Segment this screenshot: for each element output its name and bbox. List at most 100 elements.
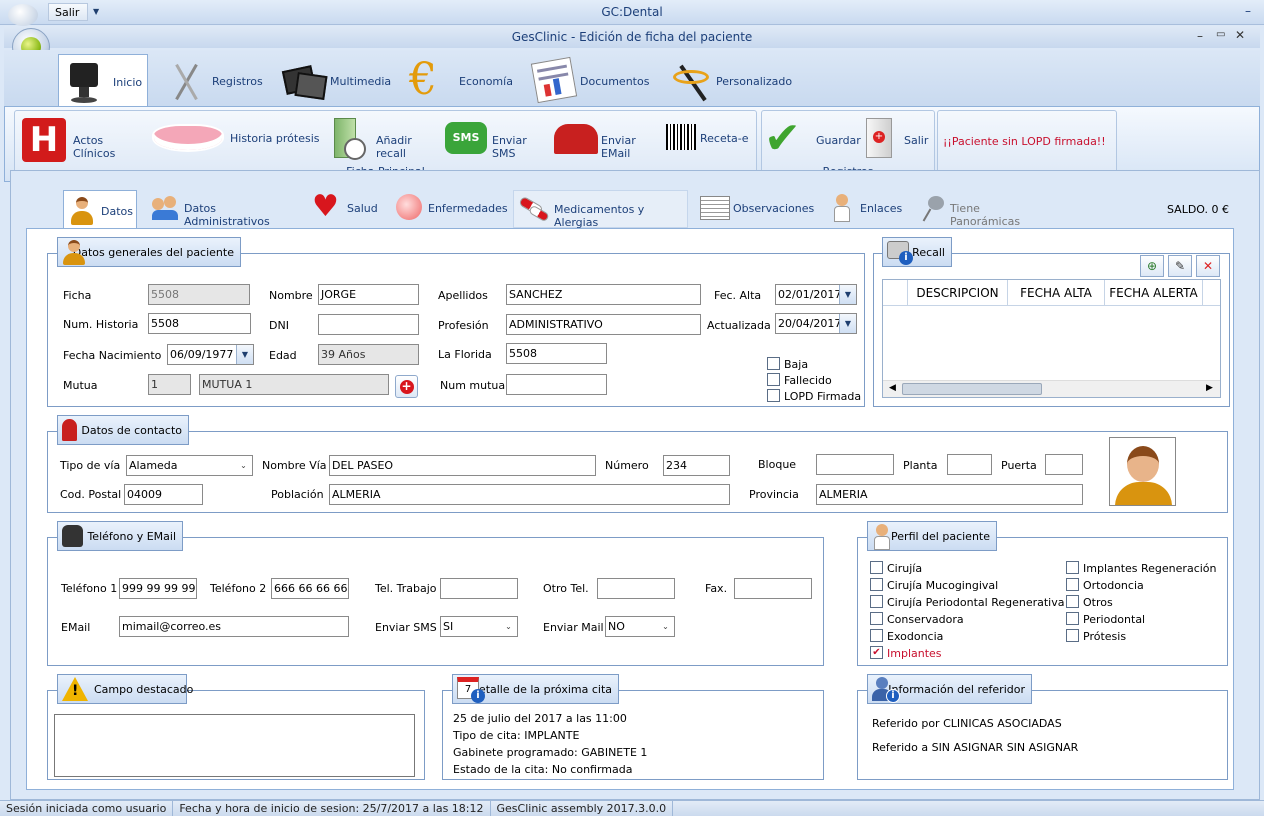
numero-field[interactable]: 234 xyxy=(663,455,730,476)
actualizada-date[interactable]: 20/04/2017 ▼ xyxy=(775,313,857,334)
enviar-sms-select[interactable]: SI ⌄ xyxy=(440,616,518,637)
window-maximize-icon[interactable]: ▭ xyxy=(1216,29,1225,40)
left-checkbox-2[interactable] xyxy=(870,595,883,608)
right-checkbox-3[interactable] xyxy=(1066,612,1079,625)
right-checkbox-1[interactable] xyxy=(1066,578,1079,591)
nombrevia-field[interactable]: DEL PASEO xyxy=(329,455,596,476)
tab-registros-label: Registros xyxy=(212,75,263,88)
enviar-mail-value: NO xyxy=(608,620,625,633)
tab-inicio[interactable]: Inicio xyxy=(58,54,148,110)
actos-label: Actos Clínicos xyxy=(73,134,116,160)
mutua-add-button[interactable]: + xyxy=(395,375,418,398)
tab-medicamentos-label: Medicamentos y Alergias xyxy=(554,203,645,229)
protesis-button[interactable]: Historia prótesis xyxy=(150,114,330,164)
tab-registros[interactable]: Registros xyxy=(163,56,273,106)
window-minimize-icon[interactable]: – xyxy=(1197,29,1203,43)
t2-field[interactable]: 666 66 66 66 xyxy=(271,578,349,599)
left-checkbox-0[interactable] xyxy=(870,561,883,574)
tab-salud[interactable]: ♥ Salud xyxy=(310,190,380,226)
sms-button[interactable]: SMS Enviar SMS xyxy=(445,114,549,164)
left-checkbox-1[interactable] xyxy=(870,578,883,591)
poblacion-field[interactable]: ALMERIA xyxy=(329,484,730,505)
tab-observaciones[interactable]: Observaciones xyxy=(698,192,814,226)
scroll-thumb[interactable] xyxy=(902,383,1042,395)
recall-delete-icon[interactable]: ✕ xyxy=(1196,255,1220,277)
nombre-field[interactable]: JORGE xyxy=(318,284,419,305)
tab-economia[interactable]: € Economía xyxy=(405,56,520,106)
tipovia-select[interactable]: Alameda ⌄ xyxy=(126,455,253,476)
cp-field[interactable]: 04009 xyxy=(124,484,203,505)
chevron-down-icon[interactable]: ⌄ xyxy=(500,617,517,636)
right-checkbox-0[interactable] xyxy=(1066,561,1079,574)
planta-field[interactable] xyxy=(947,454,992,475)
edad-label: Edad xyxy=(269,349,297,362)
left-checkbox-3[interactable] xyxy=(870,612,883,625)
tab-datos[interactable]: Datos xyxy=(63,190,137,230)
baja-label: Baja xyxy=(784,358,809,371)
guardar-button[interactable]: ✔ Guardar xyxy=(764,114,861,164)
recall-col-fecha-alerta[interactable]: FECHA ALERTA xyxy=(1105,280,1203,305)
tab-personalizado[interactable]: Personalizado xyxy=(665,56,795,106)
florida-field[interactable]: 5508 xyxy=(506,343,607,364)
recall-edit-icon[interactable]: ✎ xyxy=(1168,255,1192,277)
enviar-mail-label: Enviar Mail xyxy=(543,621,604,634)
tab-enfermedades[interactable]: Enfermedades xyxy=(394,192,508,226)
general-title: Datos generales del paciente xyxy=(72,245,234,259)
tab-documentos[interactable]: Documentos xyxy=(528,56,653,106)
baja-checkbox[interactable] xyxy=(767,357,780,370)
receta-button[interactable]: Receta-e xyxy=(666,114,756,164)
puerta-field[interactable] xyxy=(1045,454,1083,475)
tab-medicamentos[interactable]: Medicamentos y Alergias xyxy=(513,190,688,229)
right-checkbox-4[interactable] xyxy=(1066,629,1079,642)
numhist-field[interactable]: 5508 xyxy=(148,313,251,334)
chevron-down-icon[interactable]: ▼ xyxy=(839,285,856,304)
mutua-num-field[interactable]: 1 xyxy=(148,374,191,395)
avatar[interactable] xyxy=(1109,437,1176,506)
nombre-label: Nombre xyxy=(269,289,313,302)
tab-datos-administrativos[interactable]: Datos Administrativos xyxy=(150,192,300,228)
fallecido-checkbox[interactable] xyxy=(767,373,780,386)
right-checkbox-2[interactable] xyxy=(1066,595,1079,608)
recall-col-descripcion[interactable]: DESCRIPCION xyxy=(908,280,1008,305)
trabajo-field[interactable] xyxy=(440,578,518,599)
tab-multimedia[interactable]: Multimedia xyxy=(280,56,395,106)
chevron-down-icon[interactable]: ▼ xyxy=(839,314,856,333)
bloque-field[interactable] xyxy=(816,454,894,475)
t1-field[interactable]: 999 99 99 99 xyxy=(119,578,197,599)
destacado-textarea[interactable] xyxy=(54,714,415,777)
tab-panoramicas[interactable]: Tiene Panorámicas xyxy=(918,192,1048,228)
scroll-left-icon[interactable]: ◀ xyxy=(889,383,896,393)
tab-enlaces[interactable]: Enlaces xyxy=(828,192,908,226)
status-bar: Sesión iniciada como usuario Fecha y hor… xyxy=(0,800,1264,816)
fnac-date[interactable]: 06/09/1977 ▼ xyxy=(167,344,254,365)
dni-field[interactable] xyxy=(318,314,419,335)
profesion-field[interactable]: ADMINISTRATIVO xyxy=(506,314,701,335)
left-checkbox-4[interactable] xyxy=(870,629,883,642)
provincia-field[interactable]: ALMERIA xyxy=(816,484,1083,505)
outer-minimize-icon[interactable]: – xyxy=(1245,4,1251,18)
apellidos-field[interactable]: SANCHEZ xyxy=(506,284,701,305)
chevron-down-icon[interactable]: ▼ xyxy=(236,345,253,364)
nummutua-field[interactable] xyxy=(506,374,607,395)
mutua-field[interactable]: MUTUA 1 xyxy=(199,374,389,395)
cita-group-tab: 7 i Detalle de la próxima cita xyxy=(452,674,619,704)
fax-field[interactable] xyxy=(734,578,812,599)
email-field[interactable]: mimail@correo.es xyxy=(119,616,349,637)
fnac-value: 06/09/1977 xyxy=(170,348,234,361)
email-button[interactable]: Enviar EMail xyxy=(552,114,664,164)
recall-hscroll[interactable]: ◀ ▶ xyxy=(883,380,1220,397)
chevron-down-icon[interactable]: ⌄ xyxy=(657,617,674,636)
scroll-right-icon[interactable]: ▶ xyxy=(1206,383,1213,393)
left-checkbox-5[interactable]: ✔ xyxy=(870,646,883,659)
lopd-checkbox[interactable] xyxy=(767,389,780,402)
window-close-icon[interactable]: ✕ xyxy=(1235,28,1245,42)
recall-col-fecha-alta[interactable]: FECHA ALTA xyxy=(1008,280,1105,305)
recall-add-icon[interactable]: ⊕ xyxy=(1140,255,1164,277)
fecalta-date[interactable]: 02/01/2017 ▼ xyxy=(775,284,857,305)
recall-add-button[interactable]: Añadir recall xyxy=(330,114,442,164)
salir-button[interactable]: + Salir xyxy=(864,114,932,164)
actos-button[interactable]: H Actos Clínicos xyxy=(20,114,146,164)
enviar-mail-select[interactable]: NO ⌄ xyxy=(605,616,675,637)
chevron-down-icon[interactable]: ⌄ xyxy=(235,456,252,475)
otro-field[interactable] xyxy=(597,578,675,599)
